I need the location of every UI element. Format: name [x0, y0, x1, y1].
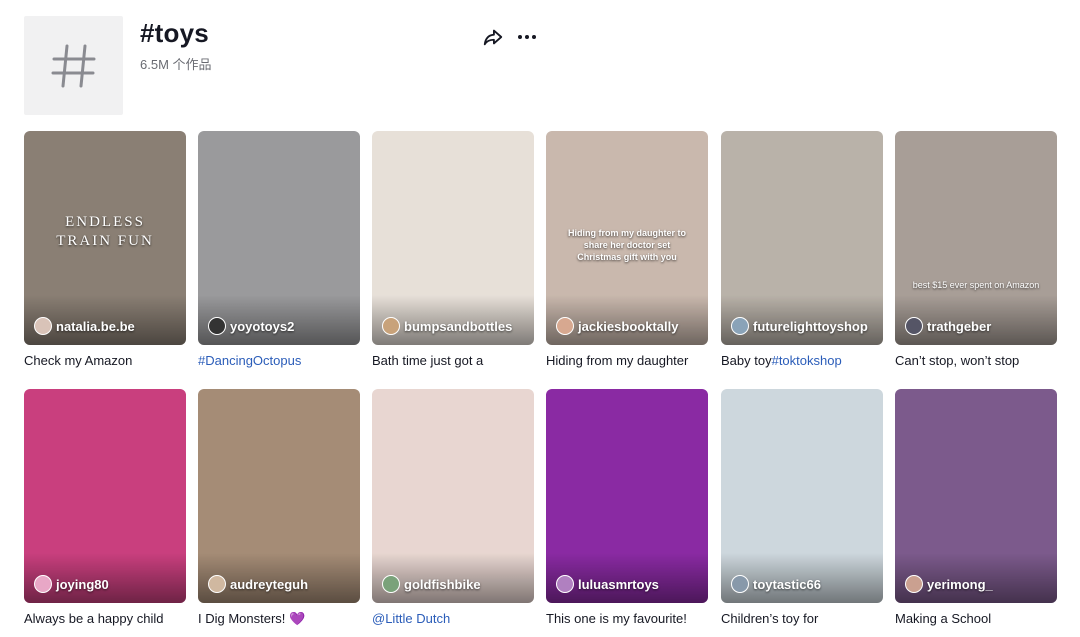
author-avatar [556, 317, 574, 335]
video-card[interactable]: yerimong_ Making a School [895, 389, 1057, 628]
video-card[interactable]: toytastic66 Children’s toy for [721, 389, 883, 628]
author-username: audreyteguh [230, 576, 309, 592]
video-author[interactable]: luluasmrtoys [556, 575, 659, 593]
video-overlay-text: Hiding from my daughter to share her doc… [568, 228, 686, 262]
video-author[interactable]: bumpsandbottles [382, 317, 512, 335]
author-avatar [382, 575, 400, 593]
video-caption[interactable]: #DancingOctopus [198, 352, 360, 370]
video-author[interactable]: trathgeber [905, 317, 991, 335]
video-thumbnail[interactable]: joying80 [24, 389, 186, 603]
author-username: luluasmrtoys [578, 576, 659, 592]
author-username: toytastic66 [753, 576, 821, 592]
caption-text: I Dig Monsters! 💜 [198, 611, 306, 626]
author-username: goldfishbike [404, 576, 481, 592]
author-username: yerimong_ [927, 576, 993, 592]
video-caption[interactable]: @Little Dutch [372, 610, 534, 628]
video-author[interactable]: toytastic66 [731, 575, 821, 593]
ellipsis-icon [518, 35, 536, 39]
video-caption[interactable]: Can’t stop, won’t stop [895, 352, 1057, 370]
video-author[interactable]: goldfishbike [382, 575, 481, 593]
hashtag-header: #toys 6.5M 个作品 [24, 16, 1064, 116]
author-avatar [34, 575, 52, 593]
video-thumbnail[interactable]: Hiding from my daughter to share her doc… [546, 131, 708, 345]
author-username: futurelighttoyshop [753, 318, 868, 334]
video-caption[interactable]: Hiding from my daughter [546, 352, 708, 370]
author-avatar [905, 575, 923, 593]
caption-text: Baby toy [721, 353, 772, 368]
video-card[interactable]: audreyteguh I Dig Monsters! 💜 [198, 389, 360, 628]
video-author[interactable]: yerimong_ [905, 575, 993, 593]
author-username: joying80 [56, 576, 109, 592]
share-icon [483, 29, 503, 46]
video-author[interactable]: jackiesbooktally [556, 317, 678, 335]
caption-text: Children’s toy for [721, 611, 819, 626]
video-author[interactable]: futurelighttoyshop [731, 317, 868, 335]
video-thumbnail[interactable]: goldfishbike [372, 389, 534, 603]
caption-text: Can’t stop, won’t stop [895, 353, 1020, 368]
video-card[interactable]: futurelighttoyshop Baby toy#toktokshop [721, 131, 883, 370]
video-overlay-text: ENDLESS TRAIN FUN [56, 214, 154, 249]
hashtag-avatar [24, 16, 123, 115]
caption-text: Bath time just got a [372, 353, 484, 368]
caption-hashtag-link[interactable]: #toktokshop [772, 353, 842, 368]
caption-text: Making a School [895, 611, 992, 626]
caption-hashtag-link[interactable]: @Little Dutch [372, 611, 450, 626]
author-avatar [208, 575, 226, 593]
video-author[interactable]: audreyteguh [208, 575, 308, 593]
author-username: bumpsandbottles [404, 318, 513, 334]
video-caption[interactable]: This one is my favourite! [546, 610, 708, 628]
video-thumbnail[interactable]: luluasmrtoys [546, 389, 708, 603]
author-avatar [382, 317, 400, 335]
author-avatar [731, 317, 749, 335]
video-thumbnail[interactable]: bumpsandbottles [372, 131, 534, 345]
video-card[interactable]: ENDLESS TRAIN FUN natalia.be.be Check my A… [24, 131, 186, 370]
share-button[interactable] [482, 26, 504, 48]
caption-text: Always be a happy child [24, 611, 164, 626]
video-card[interactable]: luluasmrtoys This one is my favourite! [546, 389, 708, 628]
author-avatar [34, 317, 52, 335]
video-caption[interactable]: Children’s toy for [721, 610, 883, 628]
video-author[interactable]: yoyotoys2 [208, 317, 294, 335]
author-avatar [208, 317, 226, 335]
video-caption[interactable]: Always be a happy child [24, 610, 186, 628]
more-options-button[interactable] [516, 26, 538, 48]
caption-text: This one is my favourite! [546, 611, 687, 626]
video-author[interactable]: natalia.be.be [34, 317, 135, 335]
video-caption[interactable]: Baby toy#toktokshop [721, 352, 883, 370]
video-card[interactable]: bumpsandbottles Bath time just got a [372, 131, 534, 370]
video-card[interactable]: goldfishbike @Little Dutch [372, 389, 534, 628]
hashtag-icon [51, 44, 95, 87]
author-username: trathgeber [927, 318, 992, 334]
video-card[interactable]: Hiding from my daughter to share her doc… [546, 131, 708, 370]
video-thumbnail[interactable]: futurelighttoyshop [721, 131, 883, 345]
video-card[interactable]: best $15 ever spent on Amazon trathgeber C… [895, 131, 1057, 370]
video-thumbnail[interactable]: yoyotoys2 [198, 131, 360, 345]
video-count: 6.5M 个作品 [140, 57, 212, 72]
author-username: yoyotoys2 [230, 318, 295, 334]
video-thumbnail[interactable]: toytastic66 [721, 389, 883, 603]
video-caption[interactable]: Bath time just got a [372, 352, 534, 370]
video-thumbnail[interactable]: yerimong_ [895, 389, 1057, 603]
caption-text: Hiding from my daughter [546, 353, 689, 368]
video-card[interactable]: yoyotoys2 #DancingOctopus [198, 131, 360, 370]
video-caption[interactable]: Making a School [895, 610, 1057, 628]
author-avatar [556, 575, 574, 593]
video-caption[interactable]: I Dig Monsters! 💜 [198, 610, 360, 628]
video-overlay-text: best $15 ever spent on Amazon [912, 280, 1040, 290]
caption-hashtag-link[interactable]: #DancingOctopus [198, 353, 301, 368]
author-avatar [731, 575, 749, 593]
author-avatar [905, 317, 923, 335]
author-username: natalia.be.be [56, 318, 135, 334]
video-caption[interactable]: Check my Amazon [24, 352, 186, 370]
video-thumbnail[interactable]: ENDLESS TRAIN FUN natalia.be.be [24, 131, 186, 345]
video-author[interactable]: joying80 [34, 575, 109, 593]
page-title: #toys [140, 18, 209, 48]
video-thumbnail[interactable]: best $15 ever spent on Amazon trathgeber [895, 131, 1057, 345]
caption-text: Check my Amazon [24, 353, 133, 368]
video-card[interactable]: joying80 Always be a happy child [24, 389, 186, 628]
author-username: jackiesbooktally [578, 318, 679, 334]
video-thumbnail[interactable]: audreyteguh [198, 389, 360, 603]
